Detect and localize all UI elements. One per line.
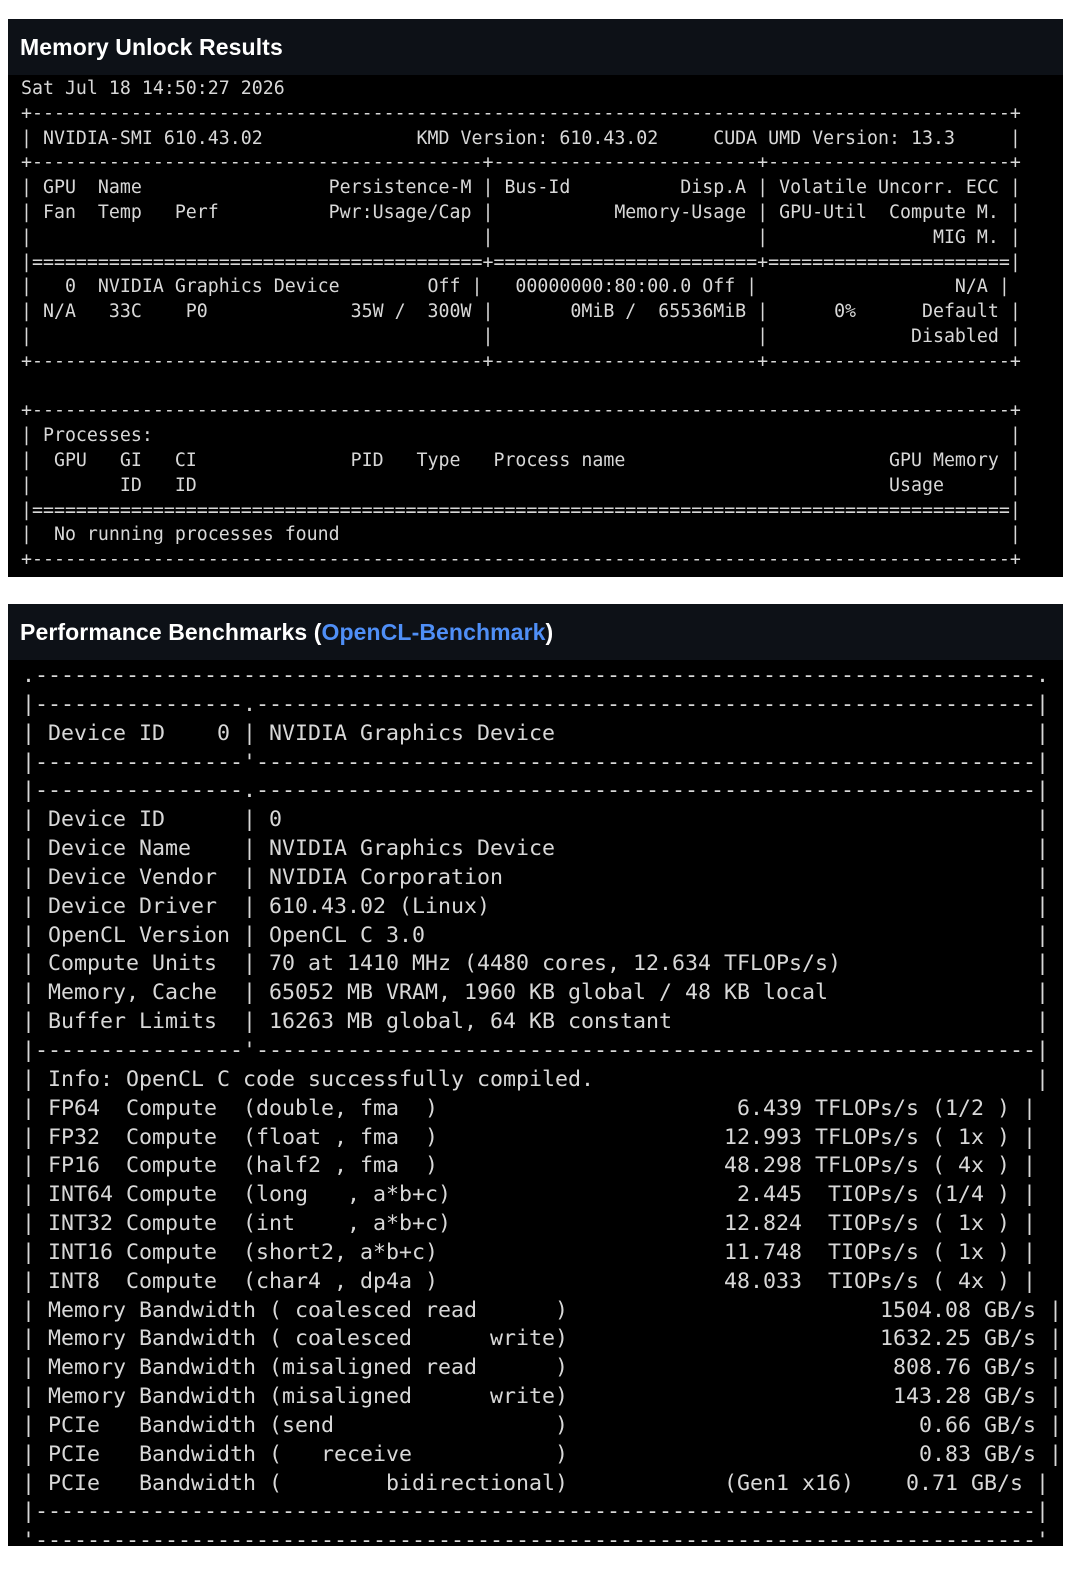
- smi-terminal-output: Sat Jul 18 14:50:27 2026 +--------------…: [21, 78, 1021, 571]
- benchmark-title: Performance Benchmarks (OpenCL-Benchmark…: [20, 619, 553, 646]
- smi-header: Memory Unlock Results: [8, 19, 1063, 75]
- opencl-benchmark-link[interactable]: OpenCL-Benchmark: [322, 619, 546, 645]
- benchmark-title-prefix: Performance Benchmarks (: [20, 618, 322, 645]
- smi-title: Memory Unlock Results: [20, 33, 283, 60]
- benchmark-terminal-output: .---------------------------------------…: [22, 663, 1063, 1554]
- benchmark-header: Performance Benchmarks (OpenCL-Benchmark…: [8, 604, 1063, 660]
- benchmark-panel: Performance Benchmarks (OpenCL-Benchmark…: [8, 604, 1063, 1553]
- smi-results-panel: Memory Unlock Results Sat Jul 18 14:50:2…: [8, 19, 1063, 577]
- benchmark-title-suffix: ): [545, 618, 554, 645]
